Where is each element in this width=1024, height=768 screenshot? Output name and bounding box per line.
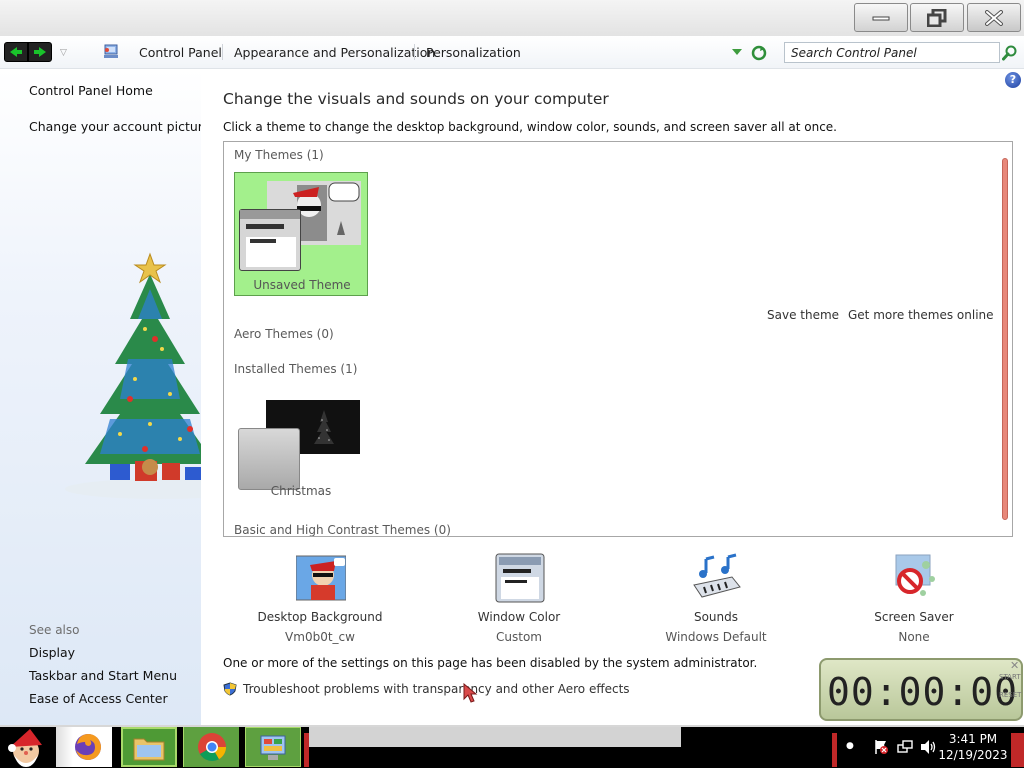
help-icon[interactable]: ? xyxy=(1005,72,1021,88)
show-desktop-button[interactable] xyxy=(1011,733,1024,767)
theme-label: Unsaved Theme xyxy=(253,278,351,292)
setting-value: None xyxy=(898,630,930,644)
taskbar-control-panel[interactable] xyxy=(245,727,301,767)
setting-name: Desktop Background xyxy=(257,610,383,624)
minimize-icon xyxy=(872,16,890,20)
chrome-icon xyxy=(198,733,226,761)
taskbar-divider xyxy=(832,733,837,767)
search-input[interactable]: Search Control Panel xyxy=(784,42,1000,63)
breadcrumb-personalization[interactable]: Personalization xyxy=(426,45,521,60)
timer-start-label: START xyxy=(999,673,1021,681)
taskbar-chrome[interactable] xyxy=(183,727,239,767)
search-icon[interactable] xyxy=(1002,45,1018,61)
forward-arrow-icon xyxy=(34,47,46,57)
restore-icon xyxy=(927,8,947,27)
taskbar-start-menu-link[interactable]: Taskbar and Start Menu xyxy=(29,668,177,683)
timer-display: 00:00:00 xyxy=(827,670,1019,714)
display-link[interactable]: Display xyxy=(29,645,75,660)
action-center-flag-icon[interactable] xyxy=(873,739,889,755)
theme-window-preview xyxy=(239,209,301,271)
aero-troubleshoot-link[interactable]: Troubleshoot problems with transparency … xyxy=(223,682,630,696)
close-icon xyxy=(985,9,1003,26)
back-arrow-icon xyxy=(10,47,22,57)
tray-dot-icon[interactable]: ● xyxy=(846,741,854,751)
minimize-button[interactable] xyxy=(854,3,908,32)
page-subtitle: Click a theme to change the desktop back… xyxy=(223,120,837,134)
start-button-santa-icon[interactable] xyxy=(4,727,46,768)
setting-value: Custom xyxy=(496,630,542,644)
theme-tile-unsaved[interactable]: Unsaved Theme xyxy=(234,172,368,296)
firefox-icon xyxy=(75,734,101,760)
taskbar-explorer[interactable] xyxy=(121,727,177,767)
address-bar: ▽ Control Panel Appearance and Personali… xyxy=(0,36,1024,69)
timer-reset-label: RESET xyxy=(999,691,1022,699)
restore-button[interactable] xyxy=(910,3,964,32)
get-more-themes-link[interactable]: Get more themes online xyxy=(848,308,994,322)
timer-start-reset-label[interactable]: START RESET xyxy=(999,673,1021,700)
screen-saver-icon xyxy=(895,554,935,596)
group-aero-themes: Aero Themes (0) xyxy=(234,327,334,341)
breadcrumb-separator xyxy=(222,44,223,60)
main-content: ? Change the visuals and sounds on your … xyxy=(201,69,1024,725)
recent-pages-chevron-icon[interactable]: ▽ xyxy=(60,48,67,58)
timer-gadget[interactable]: ✕ 00:00:00 START RESET xyxy=(819,658,1023,721)
settings-row: Desktop Background Vm0b0t_cw Window Colo… xyxy=(223,553,1013,653)
taskbar: ● 3:41 PM 12/19/2023 xyxy=(0,727,1024,768)
theme-list: My Themes (1) Unsaved Theme Save theme G… xyxy=(223,141,1013,537)
clock-time: 3:41 PM xyxy=(948,732,998,746)
group-my-themes: My Themes (1) xyxy=(234,148,324,162)
clock-date: 12/19/2023 xyxy=(938,748,1008,762)
refresh-icon[interactable] xyxy=(751,45,767,61)
navigation-buttons xyxy=(0,42,52,62)
volume-icon[interactable] xyxy=(920,739,936,755)
taskbar-empty-area xyxy=(309,727,681,747)
shield-icon xyxy=(223,682,237,696)
change-account-picture-link[interactable]: Change your account picture xyxy=(29,119,210,134)
folder-icon xyxy=(133,738,165,761)
desktop-background-icon xyxy=(296,555,346,601)
admin-disabled-note: One or more of the settings on this page… xyxy=(223,656,758,670)
control-panel-icon xyxy=(260,735,286,760)
network-icon[interactable] xyxy=(897,739,913,755)
sounds-icon xyxy=(693,553,741,598)
window-color-icon xyxy=(495,553,545,603)
close-button[interactable] xyxy=(967,3,1021,32)
theme-label: Christmas xyxy=(270,484,332,498)
setting-value: Windows Default xyxy=(665,630,767,644)
control-panel-icon xyxy=(104,44,118,58)
setting-name: Screen Saver xyxy=(874,610,954,624)
setting-value: Vm0b0t_cw xyxy=(285,630,355,644)
see-also-label: See also xyxy=(29,623,80,637)
breadcrumb-separator xyxy=(414,44,415,60)
group-installed-themes: Installed Themes (1) xyxy=(234,362,358,376)
taskbar-clock[interactable]: 3:41 PM 12/19/2023 xyxy=(937,731,1009,763)
control-panel-home-link[interactable]: Control Panel Home xyxy=(29,83,153,98)
setting-name: Window Color xyxy=(477,610,561,624)
title-bar xyxy=(0,0,1024,36)
theme-list-scrollbar[interactable] xyxy=(1002,158,1008,520)
ease-of-access-link[interactable]: Ease of Access Center xyxy=(29,691,168,706)
taskbar-firefox[interactable] xyxy=(56,727,112,767)
left-pane: Control Panel Home Change your account p… xyxy=(0,69,250,725)
setting-name: Sounds xyxy=(693,610,739,624)
aero-troubleshoot-label: Troubleshoot problems with transparency … xyxy=(243,682,630,696)
forward-button[interactable] xyxy=(28,42,52,62)
group-basic-themes: Basic and High Contrast Themes (0) xyxy=(234,523,451,537)
breadcrumb-appearance[interactable]: Appearance and Personalization xyxy=(234,45,435,60)
save-theme-link[interactable]: Save theme xyxy=(767,308,839,322)
page-title: Change the visuals and sounds on your co… xyxy=(223,90,609,108)
mouse-cursor-icon xyxy=(463,682,478,703)
theme-tile-christmas[interactable]: Christmas xyxy=(234,392,368,516)
breadcrumb-control-panel[interactable]: Control Panel xyxy=(139,45,222,60)
theme-window-preview xyxy=(238,428,300,490)
address-dropdown-icon[interactable] xyxy=(732,49,742,55)
back-button[interactable] xyxy=(4,42,28,62)
